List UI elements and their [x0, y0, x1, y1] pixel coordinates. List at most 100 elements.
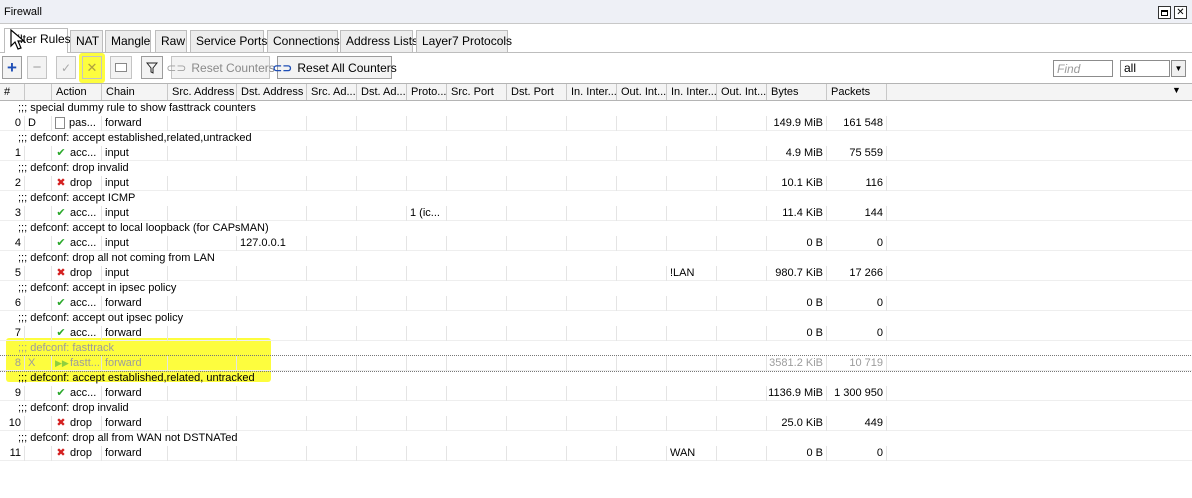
- column-header-in-interface-list[interactable]: In. Inter...: [667, 84, 717, 100]
- rule-comment-row[interactable]: ;;; defconf: accept out ipsec policy: [0, 311, 1192, 326]
- tab-raw[interactable]: Raw: [155, 30, 187, 52]
- cell-chain: input: [102, 266, 168, 281]
- maximize-button[interactable]: [1158, 6, 1171, 19]
- disable-button[interactable]: ✕: [82, 56, 102, 79]
- column-header-dst-port[interactable]: Dst. Port: [507, 84, 567, 100]
- rule-comment: ;;; defconf: accept out ipsec policy: [18, 312, 184, 324]
- rule-row[interactable]: 5 ✖ drop input !LAN 980.7 KiB 17 266: [0, 266, 1192, 281]
- cell-dport: [507, 266, 567, 281]
- cell-dst: [237, 326, 307, 341]
- cell-dstl: [357, 116, 407, 131]
- add-button[interactable]: +: [2, 56, 22, 79]
- fasttrack-icon: ▶▶: [55, 358, 69, 368]
- cell-outl: [717, 146, 767, 161]
- column-header-protocol[interactable]: Proto...: [407, 84, 447, 100]
- column-header-action[interactable]: Action: [52, 84, 102, 100]
- column-header-dst-address[interactable]: Dst. Address: [237, 84, 307, 100]
- tab-service-ports[interactable]: Service Ports: [190, 30, 267, 52]
- rule-comment-row[interactable]: ;;; defconf: drop all not coming from LA…: [0, 251, 1192, 266]
- reset-all-counters-button[interactable]: ⊂⊃ Reset All Counters: [272, 56, 397, 79]
- column-header-src-address[interactable]: Src. Address: [168, 84, 237, 100]
- rule-comment: ;;; defconf: accept established,related,…: [18, 372, 255, 384]
- rule-comment: ;;; defconf: drop all from WAN not DSTNA…: [18, 432, 238, 444]
- rule-row[interactable]: 2 ✖ drop input 10.1 KiB 116: [0, 176, 1192, 191]
- chevron-down-icon: ▼: [1174, 64, 1183, 73]
- cell-dst: [237, 146, 307, 161]
- filter-dropdown-value: all: [1124, 61, 1137, 75]
- remove-button[interactable]: −: [27, 56, 47, 79]
- column-header-src-address-list[interactable]: Src. Ad...: [307, 84, 357, 100]
- cell-dport: [507, 446, 567, 461]
- filter-dropdown[interactable]: all: [1120, 60, 1170, 77]
- rule-comment-row[interactable]: ;;; defconf: accept ICMP: [0, 191, 1192, 206]
- cell-dport: [507, 146, 567, 161]
- cell-proto: [407, 266, 447, 281]
- filter-button[interactable]: [141, 56, 163, 79]
- tab-nat[interactable]: NAT: [70, 30, 103, 52]
- tab-address-lists[interactable]: Address Lists: [340, 30, 418, 52]
- rule-comment-row[interactable]: ;;; defconf: drop invalid: [0, 401, 1192, 416]
- cell-sport: [447, 416, 507, 431]
- cell-action: ✔ acc...: [52, 146, 102, 161]
- cell-dstl: [357, 296, 407, 311]
- cell-chain: forward: [102, 386, 168, 401]
- cell-proto: [407, 326, 447, 341]
- rule-comment-row[interactable]: ;;; defconf: accept established,related,…: [0, 371, 1192, 386]
- column-header-num[interactable]: #: [0, 84, 25, 100]
- column-header-src-port[interactable]: Src. Port: [447, 84, 507, 100]
- rule-comment-row[interactable]: ;;; defconf: accept in ipsec policy: [0, 281, 1192, 296]
- column-header-out-interface[interactable]: Out. Int...: [617, 84, 667, 100]
- rule-row[interactable]: 9 ✔ acc... forward 1136.9 MiB 1 300 950: [0, 386, 1192, 401]
- action-label: pas...: [69, 117, 96, 129]
- cell-src: [168, 116, 237, 131]
- rule-row[interactable]: 8 X ▶▶fastt... forward 3581.2 KiB 10 719: [0, 355, 1192, 372]
- enable-button[interactable]: ✓: [56, 56, 76, 79]
- tab-connections[interactable]: Connections: [267, 30, 340, 52]
- cell-iniface: [567, 176, 617, 191]
- column-header-flags[interactable]: [25, 84, 52, 100]
- reset-counters-label: Reset Counters: [191, 60, 275, 75]
- rule-comment-row[interactable]: ;;; defconf: drop invalid: [0, 161, 1192, 176]
- tab-mangle[interactable]: Mangle: [105, 30, 151, 52]
- column-header-dst-address-list[interactable]: Dst. Ad...: [357, 84, 407, 100]
- cell-packets: 116: [827, 176, 887, 191]
- rule-comment-row[interactable]: ;;; defconf: accept to local loopback (f…: [0, 221, 1192, 236]
- rule-comment-row[interactable]: ;;; defconf: drop all from WAN not DSTNA…: [0, 431, 1192, 446]
- column-header-chain[interactable]: Chain: [102, 84, 168, 100]
- column-header-out-interface-list[interactable]: Out. Int...: [717, 84, 767, 100]
- reset-counters-button[interactable]: ⊂⊃ Reset Counters: [166, 56, 275, 79]
- rule-row[interactable]: 11 ✖ drop forward WAN 0 B0: [0, 446, 1192, 461]
- rule-row[interactable]: 10 ✖ drop forward 25.0 KiB 449: [0, 416, 1192, 431]
- column-header-in-interface[interactable]: In. Inter...: [567, 84, 617, 100]
- cell-outl: [717, 176, 767, 191]
- tab-layer7-protocols[interactable]: Layer7 Protocols: [416, 30, 512, 52]
- filter-dropdown-toggle[interactable]: ▼: [1171, 60, 1186, 77]
- column-header-packets[interactable]: Packets: [827, 84, 887, 100]
- rule-row[interactable]: 4 ✔ acc... input 127.0.0.1 0 B0: [0, 236, 1192, 251]
- cell-outiface: [617, 296, 667, 311]
- cell-flag: [25, 386, 52, 401]
- cell-iniface: [567, 416, 617, 431]
- rule-row[interactable]: 7 ✔ acc... forward 0 B0: [0, 326, 1192, 341]
- cell-bytes: 0 B: [767, 326, 827, 341]
- cell-dstl: [357, 386, 407, 401]
- rule-comment-row[interactable]: ;;; defconf: accept established,related,…: [0, 131, 1192, 146]
- rule-row[interactable]: 3 ✔ acc... input 1 (ic... 11.4 KiB 144: [0, 206, 1192, 221]
- cell-action: ✔ acc...: [52, 326, 102, 341]
- rule-row[interactable]: 6 ✔ acc... forward 0 B0: [0, 296, 1192, 311]
- cell-iniface: [567, 116, 617, 131]
- column-menu-icon[interactable]: ▼: [1172, 85, 1181, 95]
- close-button[interactable]: ✕: [1174, 6, 1187, 19]
- rule-comment-row[interactable]: ;;; defconf: fasttrack: [0, 341, 1192, 356]
- cell-in_if: [667, 146, 717, 161]
- find-input[interactable]: [1053, 60, 1113, 77]
- column-header-bytes[interactable]: Bytes: [767, 84, 827, 100]
- rule-row[interactable]: 1 ✔ acc... input 4.9 MiB 75 559: [0, 146, 1192, 161]
- cell-num: 10: [0, 416, 25, 431]
- cell-proto: [407, 446, 447, 461]
- cell-dst: [237, 206, 307, 221]
- rule-row[interactable]: 0 Dpas... forward 149.9 MiB 161 548: [0, 116, 1192, 131]
- comment-button[interactable]: [110, 56, 132, 79]
- cell-srcl: [307, 176, 357, 191]
- rule-comment-row[interactable]: ;;; special dummy rule to show fasttrack…: [0, 101, 1192, 116]
